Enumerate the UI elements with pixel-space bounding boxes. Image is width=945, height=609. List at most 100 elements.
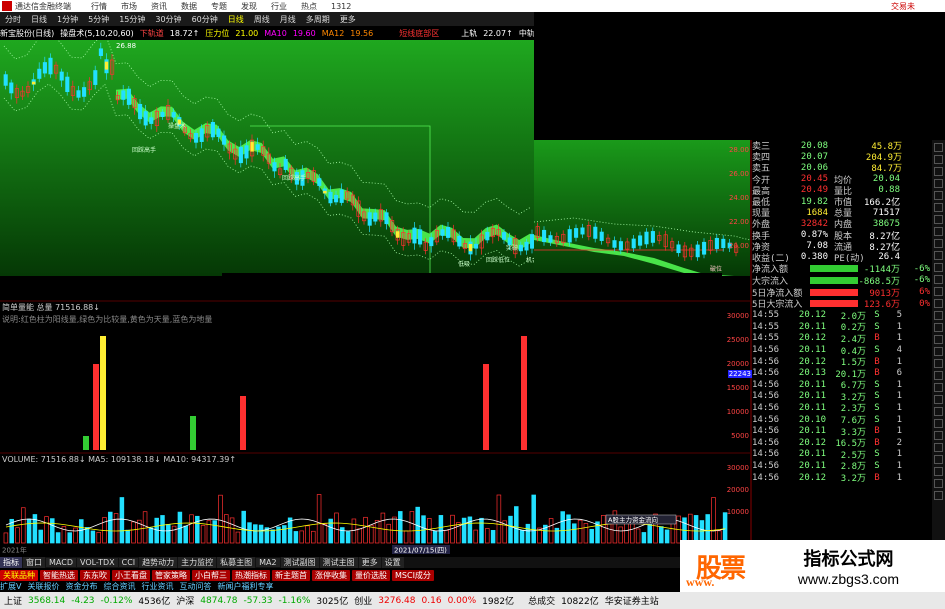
indicator-tab[interactable]: 设置 xyxy=(381,557,404,568)
tick-count: 2 xyxy=(896,437,902,448)
indicator-tab[interactable]: MACD xyxy=(46,558,76,567)
indicator-tab[interactable]: 测试副图 xyxy=(280,557,319,568)
toolbar-icon[interactable] xyxy=(934,179,943,188)
top-tab[interactable]: 行情 xyxy=(91,2,107,11)
toolbar-icon[interactable] xyxy=(934,191,943,200)
toolbar-icon[interactable] xyxy=(934,323,943,332)
indicator-tab[interactable]: 更多 xyxy=(358,557,381,568)
scale-tick: 10000 xyxy=(726,508,749,516)
indicator-tab[interactable]: 窗口 xyxy=(23,557,45,568)
period-tab[interactable]: 15分钟 xyxy=(117,14,147,25)
period-tab[interactable]: 多周期 xyxy=(304,14,332,25)
volume-bar xyxy=(21,507,26,544)
link-item[interactable]: 关联报价 xyxy=(27,581,59,592)
tick-count: 1 xyxy=(896,333,902,344)
sz-index-label[interactable]: 沪深 xyxy=(176,594,194,607)
link-item[interactable]: 行业资讯 xyxy=(141,581,173,592)
link-item[interactable]: 互动问答 xyxy=(179,581,211,592)
top-tab[interactable]: 行业 xyxy=(271,2,287,11)
period-tab[interactable]: 日线 xyxy=(29,14,49,25)
volume-panel[interactable]: A股主力资金流向 2021/07/15(四) 2021年 xyxy=(0,455,750,555)
period-tab[interactable]: 1分钟 xyxy=(55,14,80,25)
period-tab[interactable]: 30分钟 xyxy=(153,14,183,25)
toolbar-icon[interactable] xyxy=(934,215,943,224)
link-item[interactable]: 扩展V xyxy=(0,581,21,592)
link-item[interactable]: 新闻户福利专享 xyxy=(217,581,273,592)
top-tab[interactable]: 发现 xyxy=(241,2,257,11)
toolbar-icon[interactable] xyxy=(934,467,943,476)
feature-tag[interactable]: 新主题首 xyxy=(272,569,310,581)
link-item[interactable]: 综合资讯 xyxy=(103,581,135,592)
toolbar-icon[interactable] xyxy=(934,359,943,368)
tick-row: 14:56 20.11 2.3万 S 1 xyxy=(752,402,945,415)
period-tab[interactable]: 60分钟 xyxy=(190,14,220,25)
toolbar-icon[interactable] xyxy=(934,491,943,500)
toolbar-icon[interactable] xyxy=(934,443,943,452)
feature-tag[interactable]: 量价选股 xyxy=(352,569,390,581)
indicator-mode[interactable]: 操盘术(5,10,20,60) xyxy=(60,28,134,39)
indicator-tab[interactable]: VOL-TDX xyxy=(76,558,118,567)
toolbar-icon[interactable] xyxy=(934,371,943,380)
toolbar-icon[interactable] xyxy=(934,239,943,248)
indicator-tab[interactable]: MA2 xyxy=(256,558,280,567)
top-tab[interactable]: 市场 xyxy=(121,2,137,11)
feature-tag[interactable]: 智能热选 xyxy=(40,569,78,581)
indicator-tab[interactable]: 趋势动力 xyxy=(139,557,178,568)
sh-index-label[interactable]: 上证 xyxy=(4,594,22,607)
feature-tag[interactable]: 小白帮三 xyxy=(192,569,230,581)
feature-tag[interactable]: 东东吹 xyxy=(80,569,110,581)
toolbar-icon[interactable] xyxy=(934,335,943,344)
top-tab[interactable]: 数据 xyxy=(181,2,197,11)
indicator-tab[interactable]: 指标 xyxy=(0,557,22,568)
toolbar-icon[interactable] xyxy=(934,263,943,272)
feature-tag[interactable]: 关联品种 xyxy=(0,569,38,581)
toolbar-icon[interactable] xyxy=(934,167,943,176)
stock-name[interactable]: 新宝股份(日线) xyxy=(0,28,54,39)
indicator-tab[interactable]: CCI xyxy=(118,558,139,567)
candle-body xyxy=(574,228,579,238)
toolbar-icon[interactable] xyxy=(934,311,943,320)
cy-index-label[interactable]: 创业 xyxy=(354,594,372,607)
feature-tag[interactable]: 管家策略 xyxy=(152,569,190,581)
period-tab[interactable]: 周线 xyxy=(252,14,272,25)
indicator-tab[interactable]: 测试主图 xyxy=(319,557,358,568)
toolbar-icon[interactable] xyxy=(934,203,943,212)
ask-price: 20.06 xyxy=(800,162,828,173)
feature-tag[interactable]: 小王看盘 xyxy=(112,569,150,581)
toolbar-icon[interactable] xyxy=(934,299,943,308)
toolbar-icon[interactable] xyxy=(934,347,943,356)
toolbar-icon[interactable] xyxy=(934,155,943,164)
toolbar-icon[interactable] xyxy=(934,407,943,416)
period-tab[interactable]: 日线 xyxy=(226,14,246,25)
top-tab[interactable]: 热点 xyxy=(301,2,317,11)
toolbar-icon[interactable] xyxy=(934,287,943,296)
toolbar-icon[interactable] xyxy=(934,251,943,260)
indicator-tab[interactable]: 主力监控 xyxy=(178,557,217,568)
toolbar-icon[interactable] xyxy=(934,275,943,284)
scale-tick: 20.00 xyxy=(728,242,749,250)
toolbar-icon[interactable] xyxy=(934,419,943,428)
toolbar-icon[interactable] xyxy=(934,227,943,236)
indicator-tab[interactable]: 私募主图 xyxy=(217,557,256,568)
top-tab[interactable]: 资讯 xyxy=(151,2,167,11)
top-tab[interactable]: 1312 xyxy=(331,2,351,11)
candle-body xyxy=(244,145,249,159)
feature-tag[interactable]: MSCI成分 xyxy=(392,569,434,581)
trade-link[interactable]: 交易未 xyxy=(891,1,915,12)
period-tab[interactable]: 5分钟 xyxy=(86,14,111,25)
period-tab[interactable]: 更多 xyxy=(338,14,358,25)
toolbar-icon[interactable] xyxy=(934,455,943,464)
main-candle-chart[interactable]: 26.88 回踩高手 操盘术 回踩高手 低吸 回踩低位 机会 突破 xyxy=(0,40,534,276)
feature-tag[interactable]: 涨停收集 xyxy=(312,569,350,581)
period-tab[interactable]: 分时 xyxy=(3,14,23,25)
toolbar-icon[interactable] xyxy=(934,395,943,404)
toolbar-icon[interactable] xyxy=(934,383,943,392)
feature-tag[interactable]: 热潮指标 xyxy=(232,569,270,581)
top-tab[interactable]: 专题 xyxy=(211,2,227,11)
toolbar-icon[interactable] xyxy=(934,479,943,488)
toolbar-icon[interactable] xyxy=(934,431,943,440)
volume-bar xyxy=(73,527,78,544)
link-item[interactable]: 资金分布 xyxy=(65,581,97,592)
toolbar-icon[interactable] xyxy=(934,143,943,152)
period-tab[interactable]: 月线 xyxy=(278,14,298,25)
